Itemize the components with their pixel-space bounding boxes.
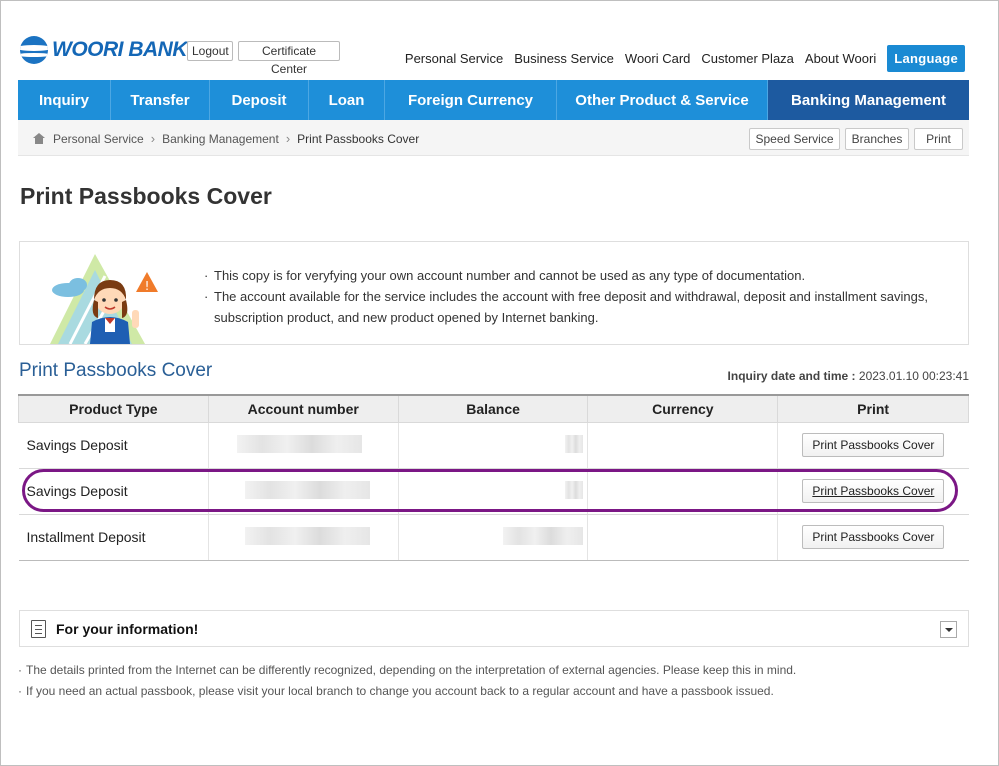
chevron-right-icon: › [150,131,156,146]
print-cell: Print Passbooks Cover [777,514,969,561]
print-cell: Print Passbooks Cover [777,422,969,469]
table-row: Savings Deposit Print Passbooks Cover [18,422,969,469]
nav-deposit[interactable]: Deposit [210,80,309,120]
currency-cell [587,514,779,561]
currency-cell [587,422,779,469]
breadcrumb-banking-management[interactable]: Banking Management [162,132,279,146]
nav-banking-management[interactable]: Banking Management [768,80,969,120]
print-passbook-cover-button[interactable]: Print Passbooks Cover [802,433,945,457]
topnav-business-service[interactable]: Business Service [514,51,614,66]
inquiry-value: 2023.01.10 00:23:41 [858,369,969,383]
breadcrumb-current: Print Passbooks Cover [297,131,420,146]
nav-inquiry[interactable]: Inquiry [18,80,111,120]
topnav-woori-card[interactable]: Woori Card [625,51,691,66]
branches-button[interactable]: Branches [845,128,909,150]
chevron-right-icon: › [285,131,291,146]
breadcrumb-personal-service[interactable]: Personal Service [53,132,144,146]
nav-foreign-currency[interactable]: Foreign Currency [385,80,557,120]
topnav-about-woori[interactable]: About Woori [805,51,876,66]
inquiry-datetime: Inquiry date and time : 2023.01.10 00:23… [728,369,969,383]
woori-bank-logo[interactable]: WOORI BANK [20,36,188,64]
notice-list: This copy is for veryfying your own acco… [204,265,968,328]
info-title: For your information! [56,621,199,637]
table-row: Installment Deposit Print Passbooks Cove… [18,514,969,561]
breadcrumb: Personal Service › Banking Management › … [33,131,419,146]
language-button[interactable]: Language [887,45,965,72]
balance-cell [398,514,589,561]
document-icon [31,620,46,638]
product-type-cell: Savings Deposit [18,422,209,469]
certificate-center-button[interactable]: Certificate Center [238,41,340,76]
highlight-annotation [22,469,958,512]
banker-illustration: ! [50,252,170,344]
print-button[interactable]: Print [914,128,963,150]
product-type-cell: Installment Deposit [18,514,209,561]
balance-cell [398,422,589,469]
header-currency: Currency [587,394,779,423]
notice-item: This copy is for veryfying your own acco… [204,265,968,286]
account-number-cell [208,514,399,561]
nav-other-product-service[interactable]: Other Product & Service [557,80,768,120]
redacted-account-number [236,434,362,453]
header-balance: Balance [397,394,589,423]
redacted-balance [565,434,584,453]
section-title: Print Passbooks Cover [19,360,213,381]
home-icon[interactable] [33,133,45,144]
svg-text:!: ! [145,279,150,293]
nav-loan[interactable]: Loan [309,80,385,120]
logout-button[interactable]: Logout [187,41,233,61]
breadcrumb-bar: Personal Service › Banking Management › … [18,120,969,156]
account-number-cell [208,422,399,469]
woori-logo-icon [20,36,48,64]
inquiry-label: Inquiry date and time : [727,369,856,383]
info-note: If you need an actual passbook, please v… [18,681,796,702]
table-header-row: Product Type Account number Balance Curr… [18,394,969,423]
logo-text: WOORI BANK [52,38,188,61]
notice-item: The account available for the service in… [204,286,968,328]
chevron-down-icon[interactable] [940,621,957,638]
speed-service-button[interactable]: Speed Service [749,128,840,150]
redacted-balance [503,526,584,545]
main-navigation: Inquiry Transfer Deposit Loan Foreign Cu… [18,80,969,120]
redacted-account-number [244,526,370,545]
topnav-customer-plaza[interactable]: Customer Plaza [701,51,793,66]
header-account-number: Account number [207,394,399,423]
info-accordion[interactable]: For your information! [19,610,969,647]
header-print: Print [777,394,969,423]
info-note: The details printed from the Internet ca… [18,660,796,681]
top-navigation: Personal Service Business Service Woori … [394,45,965,72]
page-title: Print Passbooks Cover [20,183,272,209]
header-product-type: Product Type [18,394,209,423]
info-notes: The details printed from the Internet ca… [18,660,796,702]
topnav-personal-service[interactable]: Personal Service [405,51,503,66]
nav-transfer[interactable]: Transfer [111,80,210,120]
notice-box: ! This copy is for veryfying your own ac… [19,241,969,345]
print-passbook-cover-button[interactable]: Print Passbooks Cover [802,525,945,549]
